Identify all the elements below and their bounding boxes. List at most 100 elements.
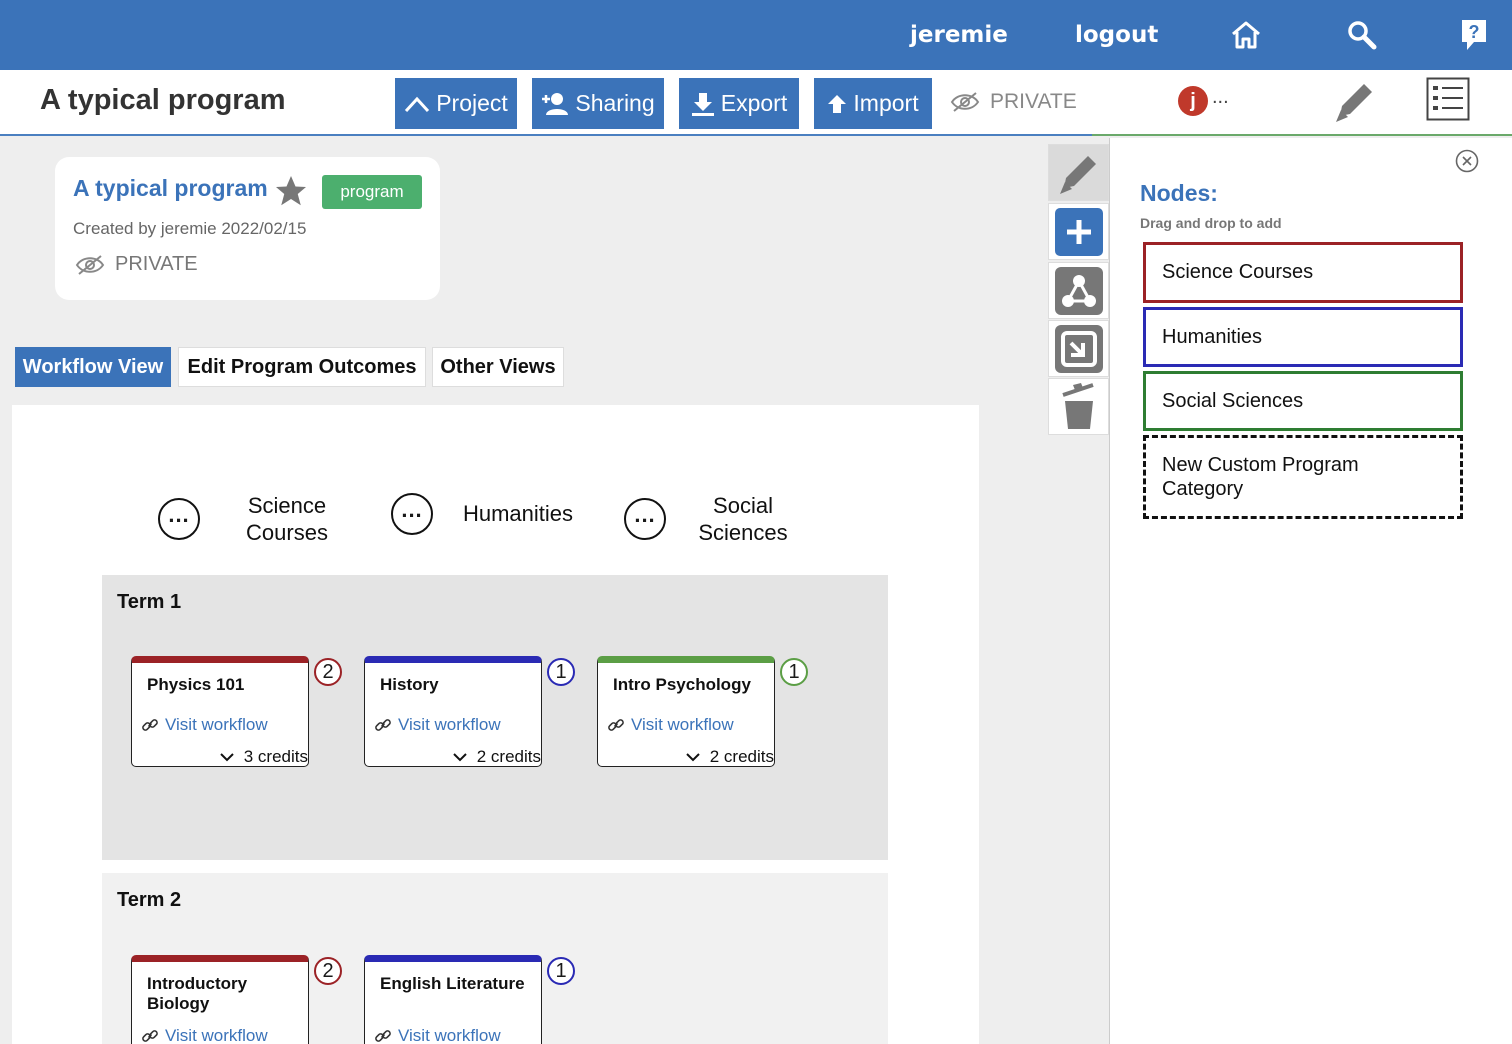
- close-panel-icon[interactable]: [1454, 148, 1480, 179]
- node-card[interactable]: Intro Psychology Visit workflow 2 credit…: [597, 656, 775, 767]
- project-header: A typical program Project Sharing Export…: [0, 70, 1512, 136]
- term-block: Term 1 Physics 101 Visit workflow 3 cred…: [102, 575, 888, 860]
- chevron-down-icon: [453, 753, 467, 762]
- visit-workflow-label: Visit workflow: [398, 1026, 501, 1044]
- outline-list-icon[interactable]: [1426, 77, 1470, 126]
- node-card[interactable]: English Literature Visit workflow: [364, 955, 542, 1044]
- column-options-icon[interactable]: ...: [624, 498, 666, 541]
- eye-off-icon: [75, 254, 105, 275]
- network-icon: [1054, 266, 1103, 315]
- download-icon: [691, 92, 714, 116]
- chevron-down-icon: [220, 753, 234, 762]
- sharing-button-label: Sharing: [575, 90, 655, 116]
- favourite-star-icon[interactable]: [273, 173, 309, 214]
- column-label: Social Sciences: [698, 493, 788, 546]
- node-credits[interactable]: 2 credits: [686, 747, 774, 767]
- project-button-label: Project: [436, 90, 508, 116]
- box-arrow-icon: [1054, 324, 1103, 373]
- card-visibility-status: PRIVATE: [75, 253, 198, 276]
- visit-workflow-link[interactable]: Visit workflow: [374, 1026, 501, 1044]
- link-icon: [375, 719, 391, 731]
- term-block: Term 2 Introductory Biology Visit workfl…: [102, 873, 888, 1044]
- credits-label: 2 credits: [476, 747, 541, 766]
- more-users-indicator[interactable]: ...: [1212, 86, 1229, 109]
- import-button[interactable]: Import: [814, 78, 932, 129]
- logout-link[interactable]: logout: [1075, 0, 1158, 70]
- import-button-label: Import: [853, 90, 919, 116]
- pencil-icon: [1059, 155, 1096, 194]
- visit-workflow-link[interactable]: Visit workflow: [607, 715, 734, 735]
- nodes-side-panel: Nodes: Drag and drop to add Science Cour…: [1109, 138, 1512, 1044]
- outcome-count-badge: 2: [314, 658, 342, 686]
- draggable-node-science[interactable]: Science Courses: [1143, 242, 1463, 303]
- visit-workflow-link[interactable]: Visit workflow: [374, 715, 501, 735]
- visit-workflow-link[interactable]: Visit workflow: [141, 715, 268, 735]
- outcomes-tool-button[interactable]: [1048, 262, 1109, 319]
- username-link[interactable]: jeremie: [910, 0, 1008, 70]
- import-tool-button[interactable]: [1048, 320, 1109, 377]
- project-title-link[interactable]: A typical program: [73, 175, 268, 202]
- tab-edit-program-outcomes[interactable]: Edit Program Outcomes: [178, 347, 426, 387]
- link-icon: [142, 1030, 158, 1042]
- panel-subtitle: Drag and drop to add: [1140, 215, 1282, 231]
- term-label: Term 2: [117, 889, 182, 911]
- node-credits[interactable]: 2 credits: [453, 747, 541, 767]
- credits-label: 2 credits: [709, 747, 774, 766]
- link-icon: [375, 1030, 391, 1042]
- node-title: Intro Psychology: [613, 675, 751, 694]
- column-options-icon[interactable]: ...: [158, 498, 200, 541]
- node-title: Introductory Biology: [147, 974, 248, 1014]
- column-options-icon[interactable]: ...: [391, 493, 433, 535]
- visit-workflow-label: Visit workflow: [165, 715, 268, 734]
- created-info: Created by jeremie 2022/02/15: [73, 219, 307, 238]
- chevron-down-icon: [686, 753, 700, 762]
- chevron-up-icon: [405, 96, 430, 112]
- draggable-node-custom-category[interactable]: New Custom Program Category: [1143, 435, 1463, 519]
- project-button[interactable]: Project: [395, 78, 517, 129]
- node-title: Physics 101: [147, 675, 245, 694]
- node-credits[interactable]: 3 credits: [220, 747, 308, 767]
- tab-other-views[interactable]: Other Views: [432, 347, 564, 387]
- node-card[interactable]: History Visit workflow 2 credits: [364, 656, 542, 767]
- draggable-node-social[interactable]: Social Sciences: [1143, 371, 1463, 431]
- trash-tool-button[interactable]: [1048, 378, 1109, 435]
- tab-workflow-view[interactable]: Workflow View: [15, 347, 171, 387]
- visit-workflow-link[interactable]: Visit workflow: [141, 1026, 268, 1044]
- page-title: A typical program: [40, 84, 286, 116]
- edit-pencil-icon[interactable]: [1332, 78, 1378, 129]
- card-visibility-label: PRIVATE: [115, 253, 198, 275]
- export-button-label: Export: [720, 90, 788, 116]
- outcome-count-badge: 2: [314, 957, 342, 985]
- visit-workflow-label: Visit workflow: [165, 1026, 268, 1044]
- export-button[interactable]: Export: [679, 78, 799, 129]
- plus-icon: [1054, 207, 1103, 256]
- outcome-count-badge: 1: [547, 957, 575, 985]
- column-header-social: ... Social Sciences: [624, 492, 798, 547]
- link-icon: [608, 719, 624, 731]
- home-icon[interactable]: [1230, 0, 1262, 70]
- outcome-count-badge: 1: [547, 658, 575, 686]
- edit-tool-button[interactable]: [1048, 144, 1109, 201]
- help-icon[interactable]: ?: [1460, 0, 1488, 70]
- add-user-icon: [542, 92, 569, 115]
- node-card[interactable]: Introductory Biology Visit workflow: [131, 955, 309, 1044]
- column-label: Humanities: [462, 501, 574, 527]
- user-avatar[interactable]: j: [1178, 86, 1208, 116]
- project-info-card: A typical program program Created by jer…: [55, 157, 440, 300]
- svg-text:?: ?: [1469, 22, 1480, 42]
- upload-icon: [828, 94, 847, 113]
- column-header-humanities: ... Humanities: [391, 493, 583, 535]
- visit-workflow-label: Visit workflow: [398, 715, 501, 734]
- link-icon: [142, 719, 158, 731]
- draggable-node-humanities[interactable]: Humanities: [1143, 307, 1463, 367]
- sharing-button[interactable]: Sharing: [532, 78, 664, 129]
- visibility-label: PRIVATE: [990, 90, 1077, 113]
- node-title: English Literature: [380, 974, 525, 993]
- node-card[interactable]: Physics 101 Visit workflow 3 credits: [131, 656, 309, 767]
- visibility-status[interactable]: PRIVATE: [950, 90, 1077, 114]
- add-node-tool-button[interactable]: [1048, 203, 1109, 260]
- trash-icon: [1061, 382, 1094, 429]
- outcome-count-badge: 1: [780, 658, 808, 686]
- panel-title: Nodes:: [1140, 180, 1218, 206]
- search-icon[interactable]: [1347, 0, 1377, 70]
